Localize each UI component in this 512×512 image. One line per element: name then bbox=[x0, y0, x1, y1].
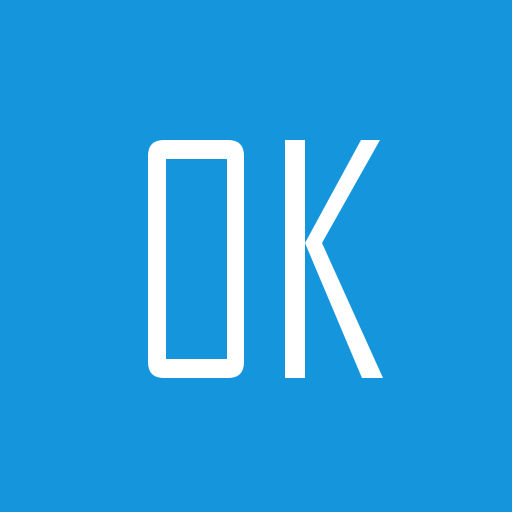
ok-button-label: OK bbox=[148, 140, 383, 378]
letter-o bbox=[148, 140, 244, 378]
letter-k bbox=[285, 140, 383, 378]
ok-button[interactable]: OK bbox=[0, 0, 512, 512]
